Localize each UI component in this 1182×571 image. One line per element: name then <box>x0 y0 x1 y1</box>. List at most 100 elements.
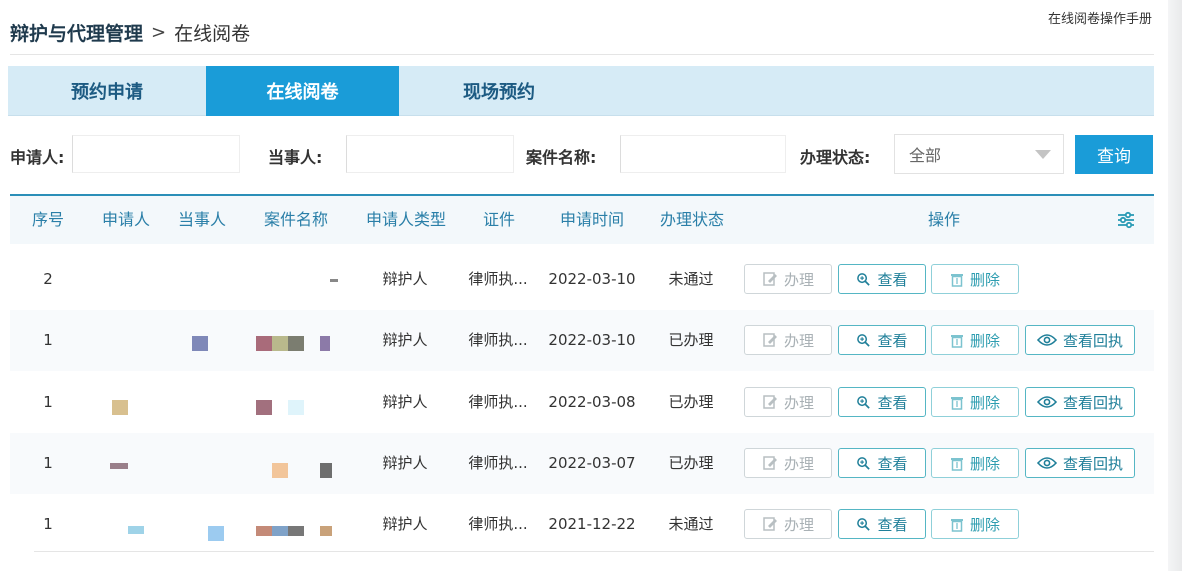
cell-apply-time: 2022-03-08 <box>548 393 636 411</box>
breadcrumb: 辩护与代理管理 > 在线阅卷 <box>10 18 250 46</box>
tab-online-review[interactable]: 在线阅卷 <box>206 66 399 116</box>
cell-status: 未通过 <box>668 270 714 288</box>
view-button[interactable]: 查看 <box>838 264 926 294</box>
redacted-mark <box>272 526 288 536</box>
handle-button[interactable]: 办理 <box>744 264 832 294</box>
redacted-mark <box>288 400 304 415</box>
delete-button[interactable]: 删除 <box>931 448 1019 478</box>
magnifier-icon <box>857 272 871 286</box>
redacted-mark <box>192 336 208 351</box>
query-button[interactable]: 查询 <box>1075 135 1153 174</box>
applicant-input[interactable] <box>72 135 240 173</box>
view-button[interactable]: 查看 <box>838 448 926 478</box>
delete-button[interactable]: 删除 <box>931 387 1019 417</box>
party-input[interactable] <box>346 135 514 173</box>
redacted-mark <box>112 400 128 415</box>
delete-button[interactable]: 删除 <box>931 509 1019 539</box>
table-row: 1 辩护人 律师执... 2022-03-10 已办理 办理 查看 删除 查看回… <box>10 310 1154 371</box>
cell-applicant-type: 辩护人 <box>382 393 428 411</box>
handle-button[interactable]: 办理 <box>744 509 832 539</box>
trash-icon <box>950 518 963 532</box>
view-button-label: 查看 <box>877 393 908 412</box>
trash-icon <box>950 334 963 348</box>
handle-button-label: 办理 <box>783 393 814 412</box>
cell-certificate[interactable]: 律师执... <box>468 310 527 371</box>
table-row: 2 辩护人 律师执... 2022-03-10 未通过 办理 查看 删除 <box>10 249 1154 310</box>
view-button-label: 查看 <box>877 515 908 534</box>
cell-certificate[interactable]: 律师执... <box>468 494 527 555</box>
table-header: 序号 申请人 当事人 案件名称 申请人类型 证件 申请时间 办理状态 操作 <box>10 196 1154 244</box>
table-row: 1 辩护人 律师执... 2021-12-22 未通过 办理 查看 删除 <box>10 494 1154 555</box>
column-header-status: 办理状态 <box>659 210 725 229</box>
redacted-mark <box>320 336 330 351</box>
column-header-actions: 操作 <box>927 210 961 229</box>
view-receipt-button[interactable]: 查看回执 <box>1025 387 1135 417</box>
view-button-label: 查看 <box>877 331 908 350</box>
view-receipt-button[interactable]: 查看回执 <box>1025 325 1135 355</box>
handle-button[interactable]: 办理 <box>744 387 832 417</box>
redacted-mark <box>256 336 272 351</box>
handle-button-label: 办理 <box>783 270 814 289</box>
delete-button[interactable]: 删除 <box>931 264 1019 294</box>
edit-icon <box>763 395 777 409</box>
handle-button[interactable]: 办理 <box>744 448 832 478</box>
delete-button-label: 删除 <box>969 454 1000 473</box>
cell-apply-time: 2022-03-10 <box>548 270 636 288</box>
trash-icon <box>950 457 963 471</box>
delete-button[interactable]: 删除 <box>931 325 1019 355</box>
breadcrumb-separator: > <box>151 21 167 43</box>
column-settings-icon[interactable] <box>1116 210 1136 230</box>
case-name-label: 案件名称: <box>526 148 597 167</box>
tab-onsite-appointment[interactable]: 现场预约 <box>399 66 599 116</box>
scrollbar-edge[interactable] <box>1168 0 1182 571</box>
cell-applicant-type: 辩护人 <box>382 331 428 349</box>
delete-button-label: 删除 <box>969 270 1000 289</box>
cell-no: 2 <box>43 270 53 288</box>
view-receipt-button[interactable]: 查看回执 <box>1025 448 1135 478</box>
view-button[interactable]: 查看 <box>838 509 926 539</box>
cell-no: 1 <box>43 331 53 349</box>
party-label: 当事人: <box>268 148 323 167</box>
magnifier-icon <box>857 456 871 470</box>
redacted-mark <box>256 400 272 415</box>
tab-bar: 预约申请 在线阅卷 现场预约 <box>8 66 1154 116</box>
column-header-no: 序号 <box>31 210 65 229</box>
magnifier-icon <box>857 517 871 531</box>
view-receipt-button-label: 查看回执 <box>1062 331 1123 350</box>
cell-status: 已办理 <box>668 393 714 411</box>
chevron-down-icon <box>1035 149 1051 159</box>
status-select-value: 全部 <box>909 146 942 165</box>
cell-certificate[interactable]: 律师执... <box>468 433 527 494</box>
cell-status: 已办理 <box>668 454 714 472</box>
trash-icon <box>950 396 963 410</box>
handle-button-label: 办理 <box>783 515 814 534</box>
cell-certificate[interactable]: 律师执... <box>468 249 527 310</box>
cell-certificate[interactable]: 律师执... <box>468 372 527 433</box>
delete-button-label: 删除 <box>969 515 1000 534</box>
redacted-mark <box>110 463 128 469</box>
view-button-label: 查看 <box>877 454 908 473</box>
case-name-input[interactable] <box>620 135 786 173</box>
cell-apply-time: 2022-03-10 <box>548 331 636 349</box>
column-header-apply-time: 申请时间 <box>559 210 625 229</box>
cell-status: 已办理 <box>668 331 714 349</box>
tab-appointment-application[interactable]: 预约申请 <box>8 66 206 116</box>
cell-applicant-type: 辩护人 <box>382 515 428 533</box>
redacted-mark <box>288 336 304 351</box>
breadcrumb-main[interactable]: 辩护与代理管理 <box>10 19 143 46</box>
redacted-mark <box>320 526 332 536</box>
redacted-mark <box>272 336 288 351</box>
handle-button[interactable]: 办理 <box>744 325 832 355</box>
cell-no: 1 <box>43 454 53 472</box>
redacted-mark <box>272 463 288 478</box>
magnifier-icon <box>857 395 871 409</box>
view-receipt-button-label: 查看回执 <box>1062 454 1123 473</box>
view-button[interactable]: 查看 <box>838 325 926 355</box>
view-button-label: 查看 <box>877 270 908 289</box>
table-bottom-border <box>34 551 1154 552</box>
trash-icon <box>950 273 963 287</box>
status-select[interactable]: 全部 <box>894 134 1064 174</box>
edit-icon <box>763 272 777 286</box>
operation-manual-link[interactable]: 在线阅卷操作手册 <box>1048 8 1152 27</box>
view-button[interactable]: 查看 <box>838 387 926 417</box>
